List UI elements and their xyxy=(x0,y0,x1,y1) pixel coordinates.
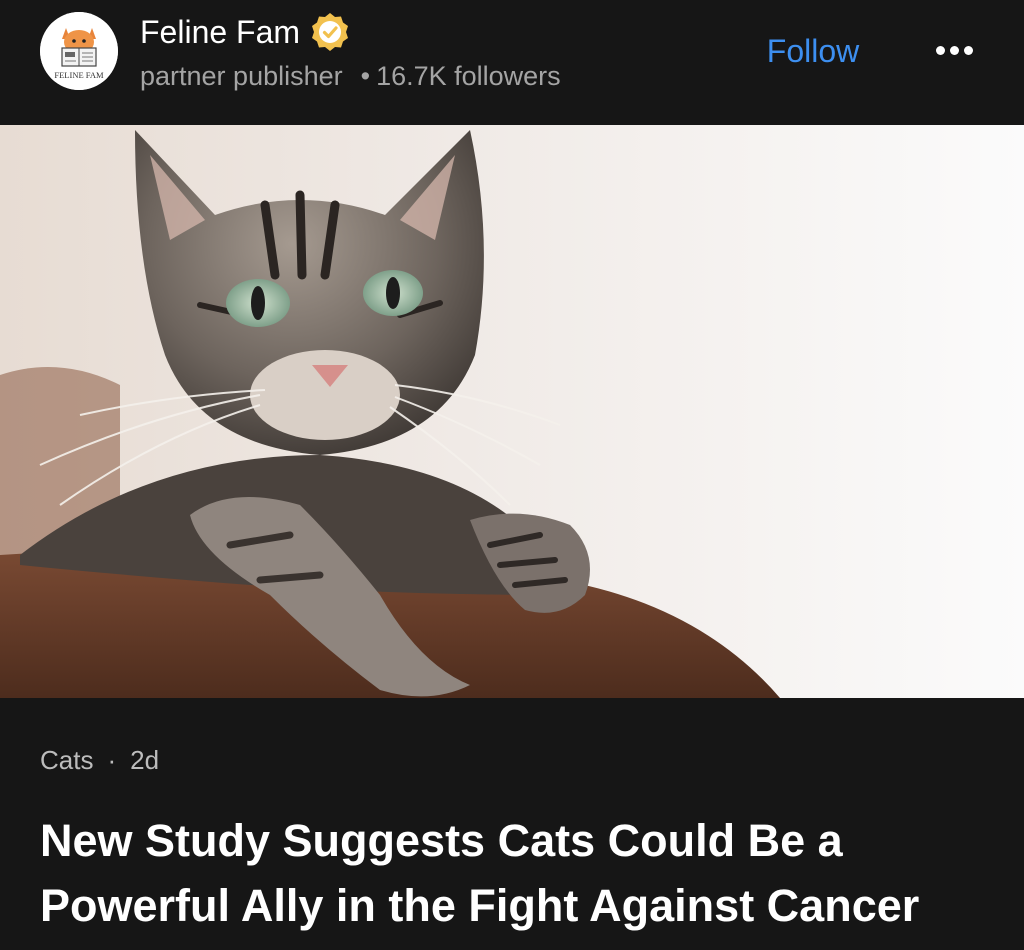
tabby-cat-photo xyxy=(0,125,1024,698)
publisher-name-row[interactable]: Feline Fam xyxy=(140,10,352,54)
feline-fam-logo: FELINE FAM xyxy=(40,12,118,90)
article-age: 2d xyxy=(130,745,160,775)
more-options-icon xyxy=(935,45,945,55)
article-headline[interactable]: New Study Suggests Cats Could Be a Power… xyxy=(40,808,1000,938)
article-category[interactable]: Cats xyxy=(40,745,93,775)
post-header: FELINE FAM Feline Fam partner publisher •… xyxy=(0,0,1024,125)
publisher-role: partner publisher xyxy=(140,61,343,91)
more-options-icon xyxy=(963,45,973,55)
more-options-button[interactable] xyxy=(924,30,984,70)
publisher-meta: partner publisher • 16.7K followers xyxy=(140,58,561,94)
follow-button[interactable]: Follow xyxy=(748,28,878,74)
article-hero-image[interactable] xyxy=(0,125,1024,698)
meta-dot: • xyxy=(360,61,371,91)
more-options-icon xyxy=(949,45,959,55)
logo-text: FELINE FAM xyxy=(54,70,104,80)
article-meta: Cats · 2d xyxy=(40,740,159,780)
meta-separator: · xyxy=(107,745,117,775)
publisher-avatar[interactable]: FELINE FAM xyxy=(40,12,118,90)
follower-count: 16.7K followers xyxy=(376,61,561,91)
publisher-name[interactable]: Feline Fam xyxy=(140,10,300,54)
verified-badge-icon xyxy=(312,13,349,51)
